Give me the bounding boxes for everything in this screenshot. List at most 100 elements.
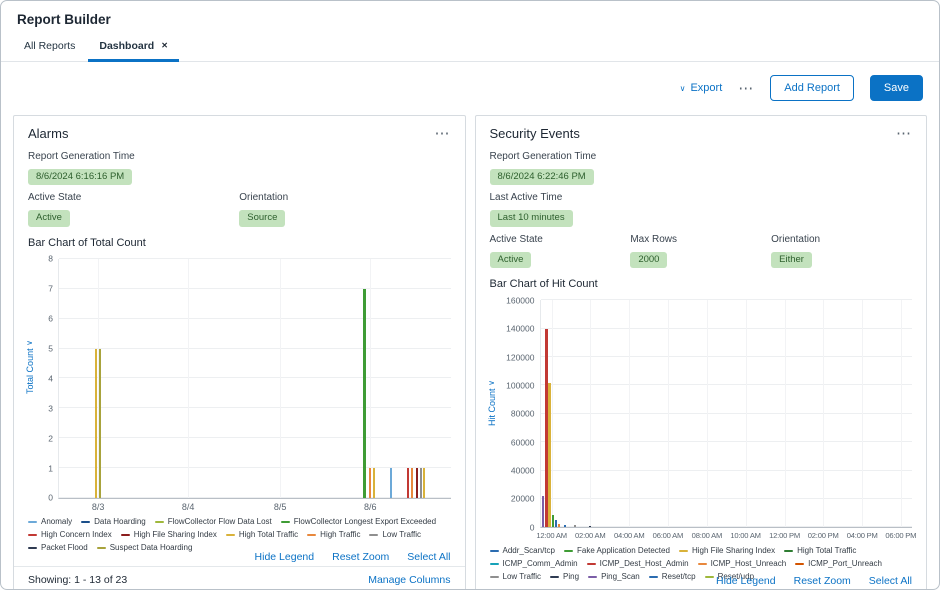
y-tick-label: 6 — [48, 314, 53, 323]
legend-item-high-traffic[interactable]: High Traffic — [307, 530, 360, 540]
legend-item-icmp-port-unreach[interactable]: ICMP_Port_Unreach — [795, 559, 882, 569]
export-button[interactable]: ∨ Export — [680, 82, 723, 94]
panel-menu-button[interactable]: ⋯ — [896, 129, 912, 138]
chart-bar[interactable] — [407, 468, 409, 498]
security-chart: Hit Count ∨ 0200004000060000800001000001… — [490, 300, 913, 528]
y-axis-label[interactable]: Total Count ∨ — [25, 340, 35, 394]
field: Active StateActive — [28, 192, 239, 226]
gridline — [541, 441, 913, 442]
alarms-panel-header: Alarms ⋯ — [14, 116, 465, 147]
legend-item-flowcollector-flow-data-lost[interactable]: FlowCollector Flow Data Lost — [155, 517, 272, 527]
legend-item-anomaly[interactable]: Anomaly — [28, 517, 72, 527]
legend-item-icmp-host-unreach[interactable]: ICMP_Host_Unreach — [698, 559, 787, 569]
legend-label: High File Sharing Index — [134, 530, 217, 540]
y-axis-label[interactable]: Hit Count ∨ — [487, 380, 497, 426]
chart-bar[interactable] — [542, 496, 544, 527]
chart-bar[interactable] — [390, 468, 392, 498]
toolbar: ∨ Export ⋯ Add Report Save — [1, 62, 939, 115]
gridline — [541, 413, 913, 414]
field-value-badge: Active — [28, 210, 70, 226]
reset-zoom-link[interactable]: Reset Zoom — [794, 575, 851, 587]
tab-all-reports[interactable]: All Reports — [13, 34, 86, 62]
legend-item-high-total-traffic[interactable]: High Total Traffic — [226, 530, 298, 540]
gridline — [746, 300, 747, 527]
legend-item-icmp-comm-admin[interactable]: ICMP_Comm_Admin — [490, 559, 578, 569]
chart-bar[interactable] — [369, 468, 371, 498]
chart-bar[interactable] — [574, 525, 576, 527]
legend-marker — [28, 547, 37, 549]
hide-legend-link[interactable]: Hide Legend — [716, 575, 776, 587]
alarms-panel-footer: Showing: 1 - 13 of 23 Manage Columns — [14, 566, 465, 590]
legend-marker — [28, 521, 37, 523]
legend-marker — [226, 534, 235, 536]
legend-item-high-concern-index[interactable]: High Concern Index — [28, 530, 112, 540]
x-tick-label: 12:00 AM — [536, 532, 566, 540]
legend-marker — [81, 521, 90, 523]
panel-title: Alarms — [28, 126, 68, 141]
add-report-button[interactable]: Add Report — [770, 75, 854, 101]
y-tick-label: 20000 — [511, 495, 535, 504]
chart-bar[interactable] — [589, 526, 591, 527]
panel-menu-button[interactable]: ⋯ — [435, 129, 451, 138]
chevron-down-icon: ∨ — [487, 380, 496, 386]
legend-label: ICMP_Host_Unreach — [711, 559, 787, 569]
legend-marker — [490, 563, 499, 565]
chart-bar[interactable] — [95, 349, 97, 498]
more-options-button[interactable]: ⋯ — [738, 84, 754, 93]
manage-columns-link[interactable]: Manage Columns — [368, 574, 450, 586]
legend-item-high-total-traffic[interactable]: High Total Traffic — [784, 546, 856, 556]
legend-item-flowcollector-longest-export-exceeded[interactable]: FlowCollector Longest Export Exceeded — [281, 517, 436, 527]
select-all-link[interactable]: Select All — [869, 575, 912, 587]
chart-bar[interactable] — [552, 515, 554, 528]
legend-label: Low Traffic — [382, 530, 421, 540]
x-tick-label: 8/3 — [92, 503, 105, 512]
showing-count: Showing: 1 - 13 of 23 — [28, 574, 127, 586]
legend-label: High Total Traffic — [239, 530, 298, 540]
field-value-badge: 8/6/2024 6:16:16 PM — [28, 169, 132, 185]
y-tick-label: 0 — [530, 523, 535, 532]
legend-label: Fake Application Detected — [577, 546, 670, 556]
report-builder-window: Report Builder All Reports Dashboard ✕ ∨… — [0, 0, 940, 590]
legend-item-high-file-sharing-index[interactable]: High File Sharing Index — [121, 530, 217, 540]
chart-bar[interactable] — [416, 468, 418, 498]
chart-bar[interactable] — [548, 383, 551, 528]
y-tick-label: 4 — [48, 374, 53, 383]
x-tick-label: 8/4 — [182, 503, 195, 512]
legend-item-low-traffic[interactable]: Low Traffic — [369, 530, 421, 540]
close-icon[interactable]: ✕ — [161, 42, 168, 50]
legend-marker — [281, 521, 290, 523]
legend-label: High File Sharing Index — [692, 546, 775, 556]
x-tick-label: 8/6 — [364, 503, 377, 512]
chart-bar[interactable] — [420, 468, 422, 498]
field: Report Generation Time8/6/2024 6:22:46 P… — [490, 151, 913, 185]
field-row: Report Generation Time8/6/2024 6:22:46 P… — [490, 151, 913, 185]
gridline — [541, 299, 913, 300]
select-all-link[interactable]: Select All — [407, 551, 450, 563]
legend-item-fake-application-detected[interactable]: Fake Application Detected — [564, 546, 670, 556]
chart-bar[interactable] — [99, 349, 101, 498]
save-button[interactable]: Save — [870, 75, 923, 101]
hide-legend-link[interactable]: Hide Legend — [255, 551, 315, 563]
legend-marker — [784, 550, 793, 552]
chart-bar[interactable] — [564, 525, 566, 528]
gridline — [785, 300, 786, 527]
field-value-badge: Either — [771, 252, 812, 268]
field: Active StateActive — [490, 234, 631, 268]
chart-bar[interactable] — [363, 289, 366, 498]
gridline — [59, 348, 451, 349]
legend-item-addr-scan-tcp[interactable]: Addr_Scan/tcp — [490, 546, 555, 556]
legend-item-data-hoarding[interactable]: Data Hoarding — [81, 517, 146, 527]
chart-bar[interactable] — [373, 468, 375, 498]
chart-bar[interactable] — [411, 468, 413, 498]
chart-bar[interactable] — [558, 524, 560, 528]
export-label: Export — [690, 82, 722, 94]
security-fields: Report Generation Time8/6/2024 6:22:46 P… — [476, 147, 927, 275]
chart-bar[interactable] — [555, 520, 557, 527]
chart-bar[interactable] — [423, 468, 425, 498]
x-tick-label: 8/5 — [274, 503, 287, 512]
reset-zoom-link[interactable]: Reset Zoom — [332, 551, 389, 563]
tab-dashboard[interactable]: Dashboard ✕ — [88, 34, 179, 62]
legend-item-high-file-sharing-index[interactable]: High File Sharing Index — [679, 546, 775, 556]
y-tick-label: 140000 — [506, 324, 534, 333]
legend-item-icmp-dest-host-admin[interactable]: ICMP_Dest_Host_Admin — [587, 559, 689, 569]
